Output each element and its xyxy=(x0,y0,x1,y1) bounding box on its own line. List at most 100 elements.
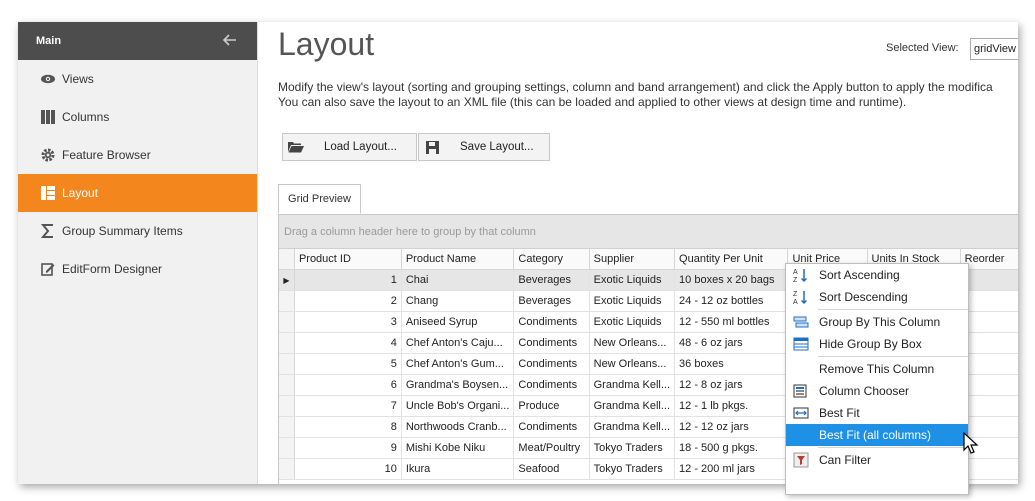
menu-separator xyxy=(818,309,968,310)
menu-item-column-chooser[interactable]: Column Chooser xyxy=(786,380,968,402)
column-header[interactable]: Product ID xyxy=(294,249,402,270)
grid-cell[interactable]: 1 xyxy=(294,269,402,291)
menu-item-sort-ascending[interactable]: AZ Sort Ascending xyxy=(786,264,968,286)
load-layout-label: Load Layout... xyxy=(324,141,397,153)
grid-cell[interactable]: 7 xyxy=(294,395,402,417)
header-indicator xyxy=(279,249,295,270)
sidebar-item-editform-designer[interactable]: EditForm Designer xyxy=(18,250,257,288)
column-header[interactable]: Supplier xyxy=(589,249,676,270)
group-panel[interactable]: Drag a column header here to group by th… xyxy=(279,215,1018,249)
grid-cell[interactable]: Produce xyxy=(513,395,590,417)
row-indicator[interactable] xyxy=(279,458,295,480)
menu-item-group-by-column[interactable]: Group By This Column xyxy=(786,311,968,333)
grid-cell[interactable]: Ikura xyxy=(401,458,515,480)
grid-cell[interactable]: Northwoods Cranb... xyxy=(401,416,515,438)
row-indicator[interactable] xyxy=(279,374,295,396)
menu-item-hide-group-by-box[interactable]: Hide Group By Box xyxy=(786,333,968,355)
layout-icon xyxy=(40,185,56,201)
grid-cell[interactable]: Chang xyxy=(401,290,515,312)
grid-cell[interactable]: Meat/Poultry xyxy=(513,437,590,459)
grid-cell[interactable]: Exotic Liquids xyxy=(589,311,676,333)
grid-cell[interactable]: 24 - 12 oz bottles xyxy=(674,290,789,312)
menu-item-sort-descending[interactable]: ZA Sort Descending xyxy=(786,286,968,308)
sidebar-item-layout[interactable]: Layout xyxy=(18,174,257,212)
row-indicator[interactable] xyxy=(279,437,295,459)
grid-cell[interactable]: Condiments xyxy=(513,374,590,396)
grid-cell[interactable]: Seafood xyxy=(513,458,590,480)
back-arrow-icon[interactable] xyxy=(222,33,237,49)
grid-cell[interactable]: Condiments xyxy=(513,416,590,438)
menu-item-label: Remove This Column xyxy=(819,362,935,376)
grid-cell[interactable]: Beverages xyxy=(513,290,590,312)
grid-cell[interactable]: 12 - 200 ml jars xyxy=(674,458,789,480)
menu-separator xyxy=(818,447,968,448)
grid-cell[interactable]: 36 boxes xyxy=(674,353,789,375)
save-layout-button[interactable]: Save Layout... xyxy=(418,133,550,161)
grid-cell[interactable]: 2 xyxy=(294,290,402,312)
sidebar-item-group-summary[interactable]: Group Summary Items xyxy=(18,212,257,250)
row-indicator[interactable] xyxy=(279,395,295,417)
row-indicator[interactable] xyxy=(279,353,295,375)
grid-cell[interactable]: 12 - 8 oz jars xyxy=(674,374,789,396)
grid-cell[interactable]: 6 xyxy=(294,374,402,396)
row-focus-indicator-icon[interactable]: ▶ xyxy=(279,269,295,291)
menu-item-label: Hide Group By Box xyxy=(819,337,922,351)
description-line-1: Modify the view's layout (sorting and gr… xyxy=(278,80,993,94)
grid-cell[interactable]: 4 xyxy=(294,332,402,354)
grid-cell[interactable]: Chef Anton's Caju... xyxy=(401,332,515,354)
grid-cell[interactable]: 18 - 500 g pkgs. xyxy=(674,437,789,459)
grid-cell[interactable]: Condiments xyxy=(513,311,590,333)
grid-cell[interactable]: Exotic Liquids xyxy=(589,269,676,291)
grid-cell[interactable]: Chef Anton's Gum... xyxy=(401,353,515,375)
description-line-2: You can also save the layout to an XML f… xyxy=(278,95,907,109)
grid-cell[interactable]: 10 xyxy=(294,458,402,480)
grid-cell[interactable]: Condiments xyxy=(513,332,590,354)
menu-item-label: Best Fit (all columns) xyxy=(819,428,932,442)
row-indicator[interactable] xyxy=(279,416,295,438)
grid-cell[interactable]: Mishi Kobe Niku xyxy=(401,437,515,459)
grid-cell[interactable]: 12 - 12 oz jars xyxy=(674,416,789,438)
grid-cell[interactable]: Condiments xyxy=(513,353,590,375)
row-indicator[interactable] xyxy=(279,332,295,354)
tab-grid-preview[interactable]: Grid Preview xyxy=(278,184,361,214)
column-header[interactable]: Category xyxy=(513,249,590,270)
grid-cell[interactable]: New Orleans... xyxy=(589,353,676,375)
sidebar-item-columns[interactable]: Columns xyxy=(18,98,257,136)
grid-cell[interactable]: 12 - 1 lb pkgs. xyxy=(674,395,789,417)
grid-cell[interactable]: Tokyo Traders xyxy=(589,437,676,459)
grid-cell[interactable]: Exotic Liquids xyxy=(589,290,676,312)
selected-view-dropdown[interactable]: gridView xyxy=(970,38,1018,60)
sidebar-item-views[interactable]: Views xyxy=(18,60,257,98)
sidebar-item-feature-browser[interactable]: Feature Browser xyxy=(18,136,257,174)
grid-cell[interactable]: Grandma Kell... xyxy=(589,374,676,396)
grid-cell[interactable]: Grandma's Boysen... xyxy=(401,374,515,396)
grid-cell[interactable]: Uncle Bob's Organi... xyxy=(401,395,515,417)
menu-item-remove-column[interactable]: Remove This Column xyxy=(786,358,968,380)
load-layout-button[interactable]: Load Layout... xyxy=(282,133,417,161)
menu-item-best-fit[interactable]: Best Fit xyxy=(786,402,968,424)
grid-cell[interactable]: 9 xyxy=(294,437,402,459)
column-header[interactable]: Quantity Per Unit xyxy=(674,249,789,270)
grid-cell[interactable]: Aniseed Syrup xyxy=(401,311,515,333)
menu-item-best-fit-all[interactable]: Best Fit (all columns) xyxy=(786,424,968,446)
sidebar-item-label: Layout xyxy=(62,186,99,200)
menu-item-can-filter[interactable]: Can Filter xyxy=(786,449,968,471)
row-indicator[interactable] xyxy=(279,311,295,333)
grid-cell[interactable]: 5 xyxy=(294,353,402,375)
grid-cell[interactable]: 10 boxes x 20 bags xyxy=(674,269,789,291)
grid-cell[interactable]: Chai xyxy=(401,269,515,291)
grid-cell[interactable]: Grandma Kell... xyxy=(589,395,676,417)
edit-form-icon xyxy=(40,261,56,277)
menu-item-label: Column Chooser xyxy=(819,384,910,398)
row-indicator[interactable] xyxy=(279,290,295,312)
column-header[interactable]: Product Name xyxy=(401,249,515,270)
grid-cell[interactable]: Beverages xyxy=(513,269,590,291)
grid-cell[interactable]: 3 xyxy=(294,311,402,333)
grid-cell[interactable]: Grandma Kell... xyxy=(589,416,676,438)
grid-cell[interactable]: New Orleans... xyxy=(589,332,676,354)
grid-cell[interactable]: 48 - 6 oz jars xyxy=(674,332,789,354)
grid-cell[interactable]: 12 - 550 ml bottles xyxy=(674,311,789,333)
grid-cell[interactable]: Tokyo Traders xyxy=(589,458,676,480)
grid-cell[interactable]: 8 xyxy=(294,416,402,438)
sidebar-item-label: Group Summary Items xyxy=(62,224,183,238)
